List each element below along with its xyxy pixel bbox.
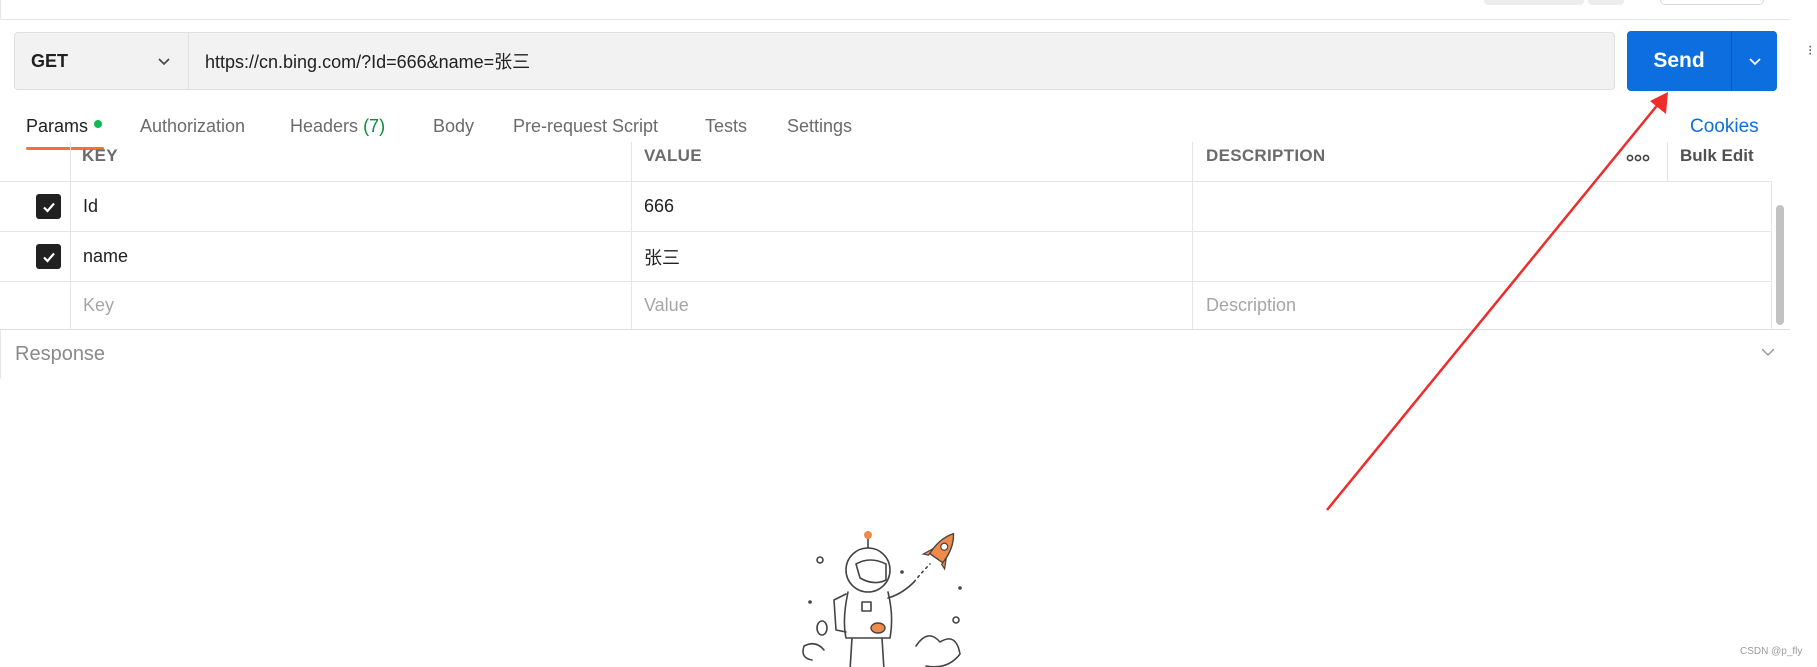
column-header-value: VALUE [644, 146, 702, 165]
tab-pre-request-script[interactable]: Pre-request Script [513, 116, 658, 137]
param-key-cell[interactable]: name [83, 232, 128, 281]
tab-headers[interactable]: Headers (7) [290, 116, 385, 137]
params-scrollbar-thumb[interactable] [1776, 205, 1784, 325]
method-select[interactable]: GET [15, 33, 189, 89]
send-dropdown-button[interactable] [1732, 31, 1777, 91]
top-button-partial[interactable] [1484, 0, 1584, 5]
chevron-down-icon[interactable] [1760, 344, 1776, 365]
table-header: KEY VALUE DESCRIPTION Bulk Edit [0, 142, 1772, 182]
param-value-cell[interactable]: 666 [644, 182, 674, 231]
table-row: name 张三 [0, 232, 1772, 282]
params-table: KEY VALUE DESCRIPTION Bulk Edit Id 666 n… [0, 142, 1772, 330]
request-url-bar: GET https://cn.bing.com/?Id=666&name=张三 [14, 32, 1615, 90]
new-value-input[interactable]: Value [644, 282, 689, 329]
response-header[interactable]: Response [0, 329, 1790, 379]
url-input[interactable]: https://cn.bing.com/?Id=666&name=张三 [189, 48, 1614, 74]
headers-count: (7) [363, 116, 386, 136]
more-options-icon[interactable] [1626, 150, 1650, 168]
checkmark-icon [42, 252, 55, 263]
tab-label: Params [26, 116, 89, 136]
side-panel-icon[interactable]: ⁝ [1808, 42, 1812, 59]
tab-label: Headers [290, 116, 359, 136]
tab-authorization[interactable]: Authorization [140, 116, 245, 137]
response-title: Response [15, 343, 106, 365]
table-row-new: Key Value Description [0, 282, 1772, 330]
params-active-dot [94, 120, 103, 129]
arrow-head [1650, 92, 1668, 114]
chevron-down-icon [157, 54, 171, 68]
send-button[interactable]: Send [1627, 31, 1777, 91]
top-button-partial[interactable] [1660, 0, 1764, 5]
param-key-cell[interactable]: Id [83, 182, 98, 231]
top-button-partial[interactable] [1588, 0, 1624, 5]
send-label: Send [1653, 49, 1705, 72]
cookies-link[interactable]: Cookies [1690, 116, 1759, 138]
row-enabled-checkbox[interactable] [36, 244, 61, 269]
watermark: CSDN @p_fly [1740, 646, 1803, 657]
method-label: GET [31, 50, 69, 71]
column-header-key: KEY [82, 146, 118, 165]
tab-settings[interactable]: Settings [787, 116, 852, 137]
row-enabled-checkbox[interactable] [36, 194, 61, 219]
tab-body[interactable]: Body [433, 116, 474, 137]
bulk-edit-button[interactable]: Bulk Edit [1680, 146, 1754, 166]
column-header-description: DESCRIPTION [1206, 146, 1326, 165]
param-value-cell[interactable]: 张三 [644, 232, 680, 281]
new-description-input[interactable]: Description [1206, 282, 1296, 329]
checkmark-icon [42, 202, 55, 213]
tab-params[interactable]: Params [26, 116, 103, 137]
new-key-input[interactable]: Key [83, 282, 114, 329]
chevron-down-icon [1748, 58, 1761, 66]
astronaut-rocket-illustration [802, 531, 962, 667]
tab-tests[interactable]: Tests [705, 116, 747, 137]
table-row: Id 666 [0, 182, 1772, 232]
